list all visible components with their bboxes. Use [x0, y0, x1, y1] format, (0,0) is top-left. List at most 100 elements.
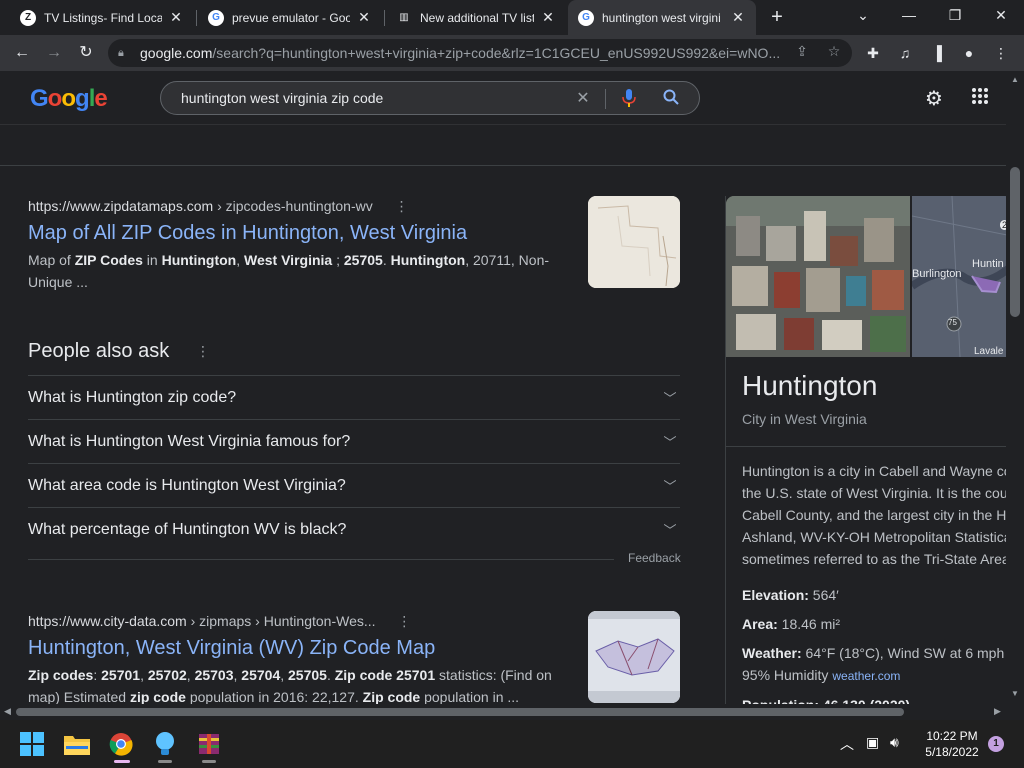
result-thumbnail-map[interactable]	[588, 196, 680, 288]
clock-time: 10:22 PM	[926, 729, 978, 743]
search-icon[interactable]	[661, 89, 681, 109]
chrome-icon[interactable]	[106, 729, 136, 759]
close-icon[interactable]: ✕	[356, 9, 372, 26]
z-icon: Z	[20, 9, 36, 26]
paa-question[interactable]: What area code is Huntington West Virgin…	[28, 463, 680, 507]
city-map[interactable]: Burlington Huntin 75 2 Lavale	[912, 196, 1012, 357]
scroll-up-icon[interactable]: ▲	[1011, 75, 1019, 84]
people-also-ask-list: What is Huntington zip code? ﹀ What is H…	[28, 375, 680, 551]
forward-icon[interactable]: →	[42, 41, 66, 65]
tab-huntington-search[interactable]: G huntington west virgini ✕	[568, 0, 756, 35]
scrollbar-thumb[interactable]	[16, 708, 904, 716]
google-doodle-logo[interactable]: Google	[30, 85, 108, 113]
map-label: Lavale	[974, 346, 1004, 357]
close-icon[interactable]: ✕	[730, 9, 746, 26]
show-hidden-icons-chevron[interactable]: ︿	[840, 734, 854, 754]
vertical-scrollbar[interactable]: ▲ ▼	[1006, 71, 1024, 704]
city-photo[interactable]	[726, 196, 910, 357]
people-also-ask-heading: People also ask	[28, 340, 170, 362]
result-snippet: Map of ZIP Codes in Huntington, West Vir…	[28, 249, 568, 293]
more-options-icon[interactable]: ⋮	[397, 613, 411, 629]
volume-icon[interactable]: 🔊︎	[890, 734, 899, 751]
tab-separator	[384, 10, 385, 26]
kp-fact-area: Area: 18.46 mi²	[742, 613, 1008, 635]
fact-label[interactable]: Weather:	[742, 645, 802, 661]
paa-question-text: What is Huntington West Virginia famous …	[28, 432, 351, 450]
search-input[interactable]	[181, 89, 561, 107]
settings-gear-icon[interactable]: ⚙	[922, 87, 946, 111]
window-close-icon[interactable]: ✕	[978, 0, 1024, 30]
new-tab-button[interactable]: +	[766, 6, 788, 28]
close-icon[interactable]: ✕	[168, 9, 184, 26]
scroll-down-icon[interactable]: ▼	[1011, 689, 1019, 698]
horizontal-scrollbar[interactable]: ◀ ▶	[0, 704, 1006, 720]
close-icon[interactable]: ✕	[540, 9, 556, 26]
paa-question[interactable]: What percentage of Huntington WV is blac…	[28, 507, 680, 551]
kp-fact-weather-line2: 95% Humidity weather.com	[742, 664, 1008, 687]
more-options-icon[interactable]: ⋮	[395, 198, 409, 214]
paa-question[interactable]: What is Huntington zip code? ﹀	[28, 375, 680, 419]
map-label: Burlington	[912, 268, 962, 280]
chevron-down-icon: ﹀	[663, 479, 677, 494]
search-result: https://www.zipdatamaps.com › zipcodes-h…	[28, 198, 568, 293]
address-path: /search?q=huntington+west+virginia+zip+c…	[212, 45, 781, 61]
tips-lightbulb-icon[interactable]	[150, 729, 180, 759]
tab-tv-listings[interactable]: Z TV Listings- Find Local ✕	[10, 0, 194, 35]
browser-menu-icon[interactable]: ⋮	[990, 42, 1012, 64]
result-title-link[interactable]: Huntington, West Virginia (WV) Zip Code …	[28, 637, 568, 660]
share-icon[interactable]: ⇪	[792, 41, 812, 61]
address-host: google.com	[140, 45, 213, 61]
tab-new-tv-listings[interactable]: ▥ New additional TV listin ✕	[386, 0, 566, 35]
tab-prevue-emulator[interactable]: G prevue emulator - Goog ✕	[198, 0, 382, 35]
search-box[interactable]: ✕	[160, 81, 700, 115]
description-line: Ashland, WV-KY-OH Metropolitan Statistic…	[742, 529, 1008, 545]
system-clock[interactable]: 10:22 PM 5/18/2022	[920, 728, 984, 760]
clock-date: 5/18/2022	[925, 745, 979, 759]
chevron-down-icon: ﹀	[663, 523, 677, 538]
scroll-left-icon[interactable]: ◀	[4, 706, 11, 717]
paa-question-text: What area code is Huntington West Virgin…	[28, 476, 346, 494]
result-url[interactable]: https://www.zipdatamaps.com › zipcodes-h…	[28, 198, 568, 215]
winrar-icon[interactable]	[194, 729, 224, 759]
paa-question-text: What percentage of Huntington WV is blac…	[28, 520, 347, 538]
search-tabs-bar	[0, 126, 1006, 166]
tab-search-icon[interactable]: ⌄	[840, 0, 886, 30]
result-url[interactable]: https://www.city-data.com › zipmaps › Hu…	[28, 613, 568, 630]
windows-taskbar: ︿ ▣ 🔊︎ 10:22 PM 5/18/2022	[0, 720, 1024, 768]
google-icon: G	[208, 9, 224, 26]
windows-start-icon[interactable]	[17, 729, 47, 759]
media-control-icon[interactable]: ♫	[894, 42, 916, 64]
fact-label[interactable]: Area:	[742, 616, 778, 632]
scrollbar-thumb[interactable]	[1010, 167, 1020, 317]
reload-icon[interactable]: ↻	[74, 41, 98, 65]
clear-icon[interactable]: ✕	[573, 89, 593, 109]
extensions-icon[interactable]: ✚	[862, 42, 884, 64]
scroll-right-icon[interactable]: ▶	[994, 706, 1001, 717]
network-icon[interactable]: ▣	[866, 734, 879, 751]
lock-icon[interactable]: 🔒︎	[118, 47, 130, 60]
side-panel-icon[interactable]: ▐	[926, 42, 948, 64]
notification-badge[interactable]: 1	[988, 736, 1004, 752]
result-domain: https://www.city-data.com	[28, 613, 187, 629]
google-apps-icon[interactable]	[968, 87, 992, 111]
fact-label[interactable]: Elevation:	[742, 587, 809, 603]
weather-source-link[interactable]: weather.com	[832, 669, 900, 683]
chevron-down-icon: ﹀	[663, 391, 677, 406]
paa-question[interactable]: What is Huntington West Virginia famous …	[28, 419, 680, 463]
more-options-icon[interactable]: ⋮	[196, 343, 210, 360]
microphone-icon[interactable]	[619, 89, 639, 109]
result-path: › zipmaps › Huntington-Wes...	[186, 613, 376, 629]
restore-icon[interactable]: ❐	[932, 0, 978, 30]
bookmark-star-icon[interactable]: ☆	[824, 41, 844, 61]
result-thumbnail-zip-map[interactable]	[588, 611, 680, 703]
feedback-link[interactable]: Feedback	[628, 551, 681, 565]
profile-icon[interactable]: ●	[958, 42, 980, 64]
address-bar[interactable]: 🔒︎ google.com/search?q=huntington+west+v…	[108, 39, 852, 67]
fact-value: 18.46 mi²	[777, 616, 841, 632]
result-title-link[interactable]: Map of All ZIP Codes in Huntington, West…	[28, 222, 568, 245]
back-icon[interactable]: ←	[10, 41, 34, 65]
app-indicator	[158, 760, 172, 763]
google-header: Google ✕ ⚙	[0, 71, 1006, 125]
minimize-icon[interactable]: —	[886, 0, 932, 30]
file-explorer-icon[interactable]	[62, 729, 92, 759]
